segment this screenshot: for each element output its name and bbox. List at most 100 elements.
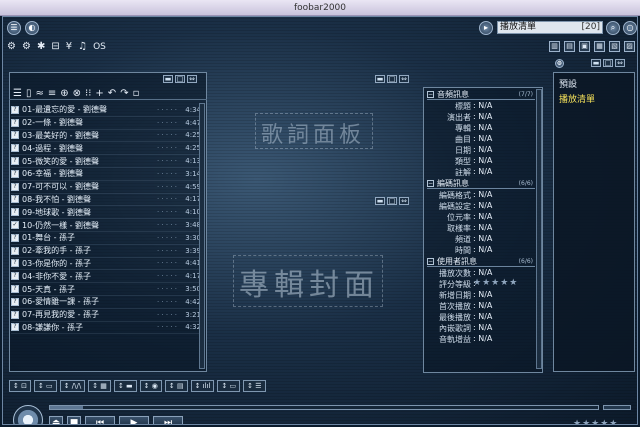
playlist-item-default[interactable]: 預設 bbox=[559, 77, 577, 90]
os-label[interactable]: OS bbox=[93, 40, 106, 54]
previous-button[interactable]: ⏮ bbox=[85, 416, 115, 424]
layout-5-icon[interactable]: ▧ bbox=[609, 41, 620, 52]
bird-icon[interactable]: ≈ bbox=[35, 87, 43, 99]
lyrics-swap-icon[interactable]: ⇔ bbox=[399, 75, 409, 83]
minimize-icon[interactable]: ▬ bbox=[163, 75, 173, 83]
music-icon[interactable]: ♫ bbox=[78, 40, 87, 54]
rating-stars[interactable]: ★★★★★ bbox=[573, 419, 618, 424]
collapse-icon[interactable]: − bbox=[427, 257, 434, 265]
layout-6-icon[interactable]: ▨ bbox=[624, 41, 635, 52]
playlist-search-input[interactable]: 播放清單 [20] bbox=[497, 21, 603, 34]
info-scrollbar[interactable] bbox=[536, 89, 542, 369]
layout-toggle-button[interactable]: ↕ ◉ bbox=[139, 380, 162, 392]
info-value: : N/A bbox=[473, 167, 493, 176]
grid-icon[interactable]: ⁝⁝ bbox=[85, 87, 91, 99]
next-button[interactable]: ⏭ bbox=[153, 416, 183, 424]
table-row[interactable]: ? 01-舞台 - 孫子 · · · · · 3:30 bbox=[11, 232, 201, 245]
play-button[interactable]: ▶ bbox=[119, 416, 149, 424]
side-panel-settings-icon[interactable]: ⚙ bbox=[555, 59, 564, 68]
swap-icon[interactable]: ⇔ bbox=[187, 75, 197, 83]
table-row[interactable]: ? 03-最美好的 - 劉德聲 · · · · · 4:25 bbox=[11, 130, 201, 143]
cover-minimize-icon[interactable]: ▬ bbox=[375, 197, 385, 205]
playlist-item-active[interactable]: 播放清單 bbox=[559, 92, 595, 105]
table-row[interactable]: ? 01-最遺忘的愛 - 劉德聲 · · · · · 4:34 bbox=[11, 104, 201, 117]
undo-icon[interactable]: ↶ bbox=[108, 87, 116, 99]
collapse-icon[interactable]: − bbox=[427, 90, 434, 98]
layout-1-icon[interactable]: ▥ bbox=[549, 41, 560, 52]
clipboard-icon[interactable]: ▯ bbox=[26, 87, 32, 99]
layout-toggle-button[interactable]: ↕ ☰ bbox=[243, 380, 266, 392]
list-icon[interactable]: ☰ bbox=[13, 87, 22, 99]
components-icon[interactable]: ✱ bbox=[37, 40, 45, 54]
layout-toggle-button[interactable]: ↕ ▬ bbox=[113, 380, 137, 392]
table-row[interactable]: ✓ 10-仍然一樣 - 劉德聲 · · · · · 3:48 bbox=[11, 219, 201, 232]
close-search-icon[interactable]: ○ bbox=[623, 21, 637, 35]
track-dots: · · · · · bbox=[156, 208, 177, 217]
search-icon[interactable]: ⌕ bbox=[606, 21, 620, 35]
side-minimize-icon[interactable]: ▬ bbox=[591, 59, 601, 67]
side-swap-icon[interactable]: ⇔ bbox=[615, 59, 625, 67]
layout-toggle-button[interactable]: ↕ ▦ bbox=[88, 380, 111, 392]
table-row[interactable]: ? 06-幸福 - 劉德聲 · · · · · 3:14 bbox=[11, 168, 201, 181]
filter-icon[interactable]: ⊗ bbox=[73, 87, 81, 99]
eject-button[interactable]: ⏏ bbox=[49, 416, 63, 424]
settings-icon[interactable]: ◐ bbox=[25, 21, 39, 35]
cover-swap-icon[interactable]: ⇔ bbox=[399, 197, 409, 205]
lyrics-maximize-icon[interactable]: □ bbox=[387, 75, 397, 83]
collapse-icon[interactable]: − bbox=[427, 179, 434, 187]
network-icon[interactable]: ⊟ bbox=[51, 40, 59, 54]
table-row[interactable]: ? 04-過程 - 劉德聲 · · · · · 4:25 bbox=[11, 142, 201, 156]
track-title: 08-我不怕 - 劉德聲 bbox=[22, 194, 92, 204]
layout-toggle-button[interactable]: ↕ ▭ bbox=[33, 380, 57, 392]
table-row[interactable]: ? 04-非你不愛 - 孫子 · · · · · 4:17 bbox=[11, 270, 201, 284]
layout-toggle-button[interactable]: ↕ /\/\ bbox=[59, 380, 86, 392]
track-dots: · · · · · bbox=[156, 144, 177, 153]
audio-info-header[interactable]: − 音頻訊息 (7/7) bbox=[427, 89, 535, 100]
foobar-logo-icon[interactable] bbox=[13, 405, 43, 424]
seek-bar[interactable] bbox=[49, 405, 599, 410]
y-icon[interactable]: ¥ bbox=[66, 40, 72, 54]
playlist-scrollbar[interactable] bbox=[199, 103, 205, 369]
table-row[interactable]: ? 02-牽我的手 - 孫子 · · · · · 3:39 bbox=[11, 245, 201, 258]
table-row[interactable]: ? 07-再見我的愛 - 孫子 · · · · · 3:21 bbox=[11, 309, 201, 322]
gear-icon[interactable]: ⚙ bbox=[22, 40, 31, 54]
play-next-icon[interactable]: ▸ bbox=[479, 21, 493, 35]
table-row[interactable]: ? 05-天真 - 孫子 · · · · · 3:50 bbox=[11, 283, 201, 296]
info-key: 最後播放 bbox=[439, 313, 471, 322]
track-rating-stars[interactable]: ★★★★★ bbox=[473, 278, 518, 288]
redo-icon[interactable]: ↷ bbox=[120, 87, 128, 99]
table-row[interactable]: ? 07-可不可以 - 劉德聲 · · · · · 4:59 bbox=[11, 181, 201, 194]
layout-2-icon[interactable]: ▤ bbox=[564, 41, 575, 52]
maximize-icon[interactable]: □ bbox=[175, 75, 185, 83]
lyrics-minimize-icon[interactable]: ▬ bbox=[375, 75, 385, 83]
table-row[interactable]: ? 09-地球歌 - 劉德聲 · · · · · 4:10 bbox=[11, 206, 201, 220]
table-row[interactable]: ? 08-謙謙你 - 孫子 · · · · · 4:32 bbox=[11, 322, 201, 335]
codec-info-header[interactable]: − 編碼訊息 (6/6) bbox=[427, 178, 535, 189]
cover-maximize-icon[interactable]: □ bbox=[387, 197, 397, 205]
globe-icon[interactable]: ⊕ bbox=[60, 87, 68, 99]
layout-toggle-button[interactable]: ↕ ılıl bbox=[190, 380, 215, 392]
stop-button[interactable]: ■ bbox=[67, 416, 81, 424]
track-title: 04-非你不愛 - 孫子 bbox=[22, 271, 92, 281]
side-maximize-icon[interactable]: □ bbox=[603, 59, 613, 67]
prefs-icon[interactable]: ⚙ bbox=[7, 40, 16, 54]
usage-info-header[interactable]: − 使用者訊息 (6/6) bbox=[427, 256, 535, 267]
clear-icon[interactable]: ▫ bbox=[133, 87, 140, 99]
layout-toggle-button[interactable]: ↕ ▤ bbox=[164, 380, 188, 392]
table-row[interactable]: ? 08-我不怕 - 劉德聲 · · · · · 4:17 bbox=[11, 194, 201, 207]
volume-bar[interactable] bbox=[603, 405, 631, 410]
table-row[interactable]: ? 03-你是你的 - 孫子 · · · · · 4:41 bbox=[11, 258, 201, 271]
add-icon[interactable]: + bbox=[95, 87, 103, 99]
layout-toggle-button[interactable]: ↕ ⊡ bbox=[9, 380, 31, 392]
sort-icon[interactable]: ≡ bbox=[48, 87, 56, 99]
track-status-icon: ? bbox=[11, 297, 19, 306]
table-row[interactable]: ? 02-一條 - 劉德聲 · · · · · 4:47 bbox=[11, 117, 201, 130]
menu-icon[interactable]: ☰ bbox=[7, 21, 21, 35]
layout-4-icon[interactable]: ▦ bbox=[594, 41, 605, 52]
info-row: 內嵌歌詞: N/A bbox=[427, 323, 535, 334]
layout-3-icon[interactable]: ▣ bbox=[579, 41, 590, 52]
table-row[interactable]: ? 05-微笑的愛 - 劉德聲 · · · · · 4:13 bbox=[11, 155, 201, 168]
layout-toggle-button[interactable]: ↕ ▭ bbox=[217, 380, 241, 392]
playlist-manager-panel bbox=[553, 72, 635, 372]
table-row[interactable]: ? 06-愛情雖一課 - 孫子 · · · · · 4:42 bbox=[11, 296, 201, 309]
